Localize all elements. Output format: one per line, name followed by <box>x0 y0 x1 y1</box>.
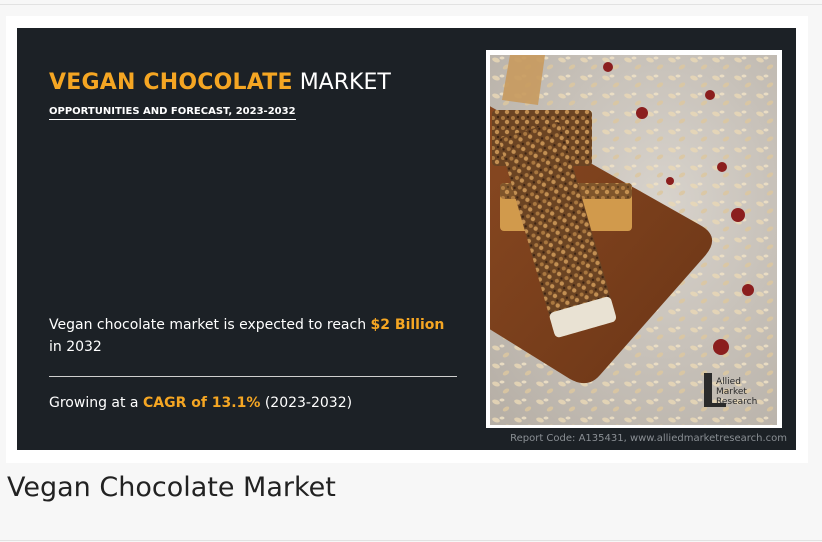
top-rule <box>0 4 822 5</box>
banner-subtitle: OPPORTUNITIES AND FORECAST, 2023-2032 <box>49 105 296 120</box>
logo-line-1: Allied <box>716 377 741 387</box>
bottom-rule <box>0 540 822 541</box>
cagr-statement: Growing at a CAGR of 13.1% (2023-2032) <box>49 393 352 413</box>
stat1-prefix: Vegan chocolate market is expected to re… <box>49 317 371 333</box>
title-plain: MARKET <box>299 70 391 95</box>
stat2-suffix: (2023-2032) <box>260 395 353 411</box>
granola-bars-illustration: Allied Market Research <box>490 55 777 425</box>
granola-bars-photo: Allied Market Research <box>490 55 777 425</box>
stat2-prefix: Growing at a <box>49 395 143 411</box>
title-accent: VEGAN CHOCOLATE <box>49 70 293 95</box>
report-code: Report Code: A135431, www.alliedmarketre… <box>510 433 787 444</box>
logo-line-2: Market <box>716 387 747 397</box>
logo-line-3: Research <box>716 397 757 407</box>
stat-divider <box>49 376 457 377</box>
cagr-value: CAGR of 13.1% <box>142 395 261 411</box>
market-size-value: $2 Billion <box>370 317 445 333</box>
page-caption: Vegan Chocolate Market <box>7 472 336 503</box>
market-size-statement: Vegan chocolate market is expected to re… <box>49 314 449 358</box>
banner-title: VEGAN CHOCOLATE MARKET <box>49 70 391 96</box>
stat1-suffix: in 2032 <box>49 339 102 355</box>
